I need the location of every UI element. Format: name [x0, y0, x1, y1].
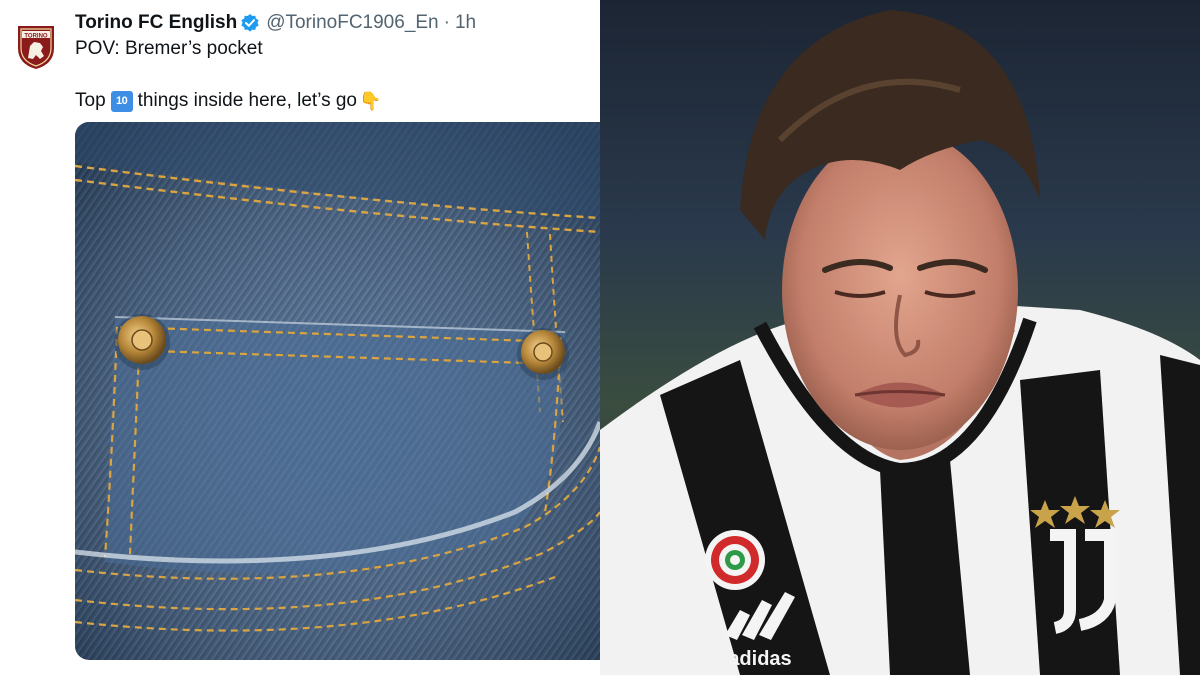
text-top: Top: [75, 90, 106, 111]
verified-badge-icon: [240, 13, 260, 33]
timestamp[interactable]: 1h: [455, 12, 476, 34]
display-name[interactable]: Torino FC English: [75, 12, 237, 34]
pointing-down-emoji-icon: 👇: [359, 90, 382, 111]
shirt-brand-text: adidas: [728, 648, 791, 670]
header-separator: ·: [443, 12, 450, 33]
jeans-pocket-photo[interactable]: [75, 122, 600, 660]
user-handle[interactable]: @TorinoFC1906_En: [266, 12, 438, 34]
keycap-ten-emoji-icon: 10: [110, 90, 133, 112]
tweet-text-line-1: POV: Bremer’s pocket: [75, 38, 263, 59]
footballer-grimace-photo[interactable]: adidas: [600, 0, 1200, 675]
tweet-text-line-2: Top 10 things inside here, let’s go 👇: [75, 90, 381, 112]
torino-fc-avatar[interactable]: TORINO: [14, 22, 58, 70]
text-things: things inside here, let’s go: [137, 90, 357, 111]
tweet-header: Torino FC English @TorinoFC1906_En · 1h: [75, 12, 476, 34]
tweet-card: TORINO Torino FC English @TorinoFC1906_E…: [0, 0, 600, 675]
avatar-wordmark: TORINO: [24, 33, 48, 39]
